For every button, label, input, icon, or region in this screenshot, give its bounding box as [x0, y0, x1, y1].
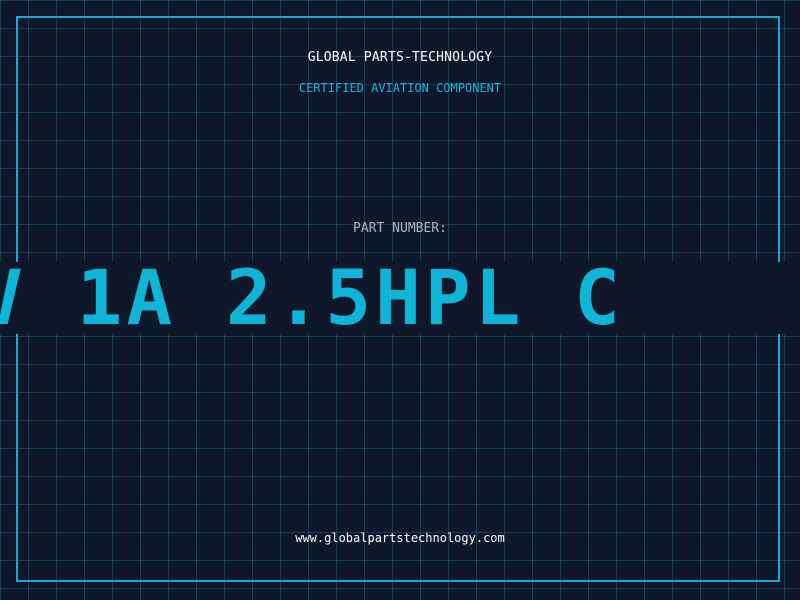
certification-subtitle: CERTIFIED AVIATION COMPONENT: [298, 81, 502, 95]
part-number-value: AC ADAPTER 5V 1A 2.5HPL C: [0, 262, 624, 334]
part-number-band: AC ADAPTER 5V 1A 2.5HPL C: [0, 262, 800, 334]
part-number-label: PART NUMBER:: [353, 221, 447, 236]
website-link[interactable]: www.globalpartstechnology.com: [0, 531, 800, 545]
company-name: GLOBAL PARTS-TECHNOLOGY: [307, 50, 493, 65]
certificate-page: GLOBAL PARTS-TECHNOLOGY CERTIFIED AVIATI…: [0, 0, 800, 600]
